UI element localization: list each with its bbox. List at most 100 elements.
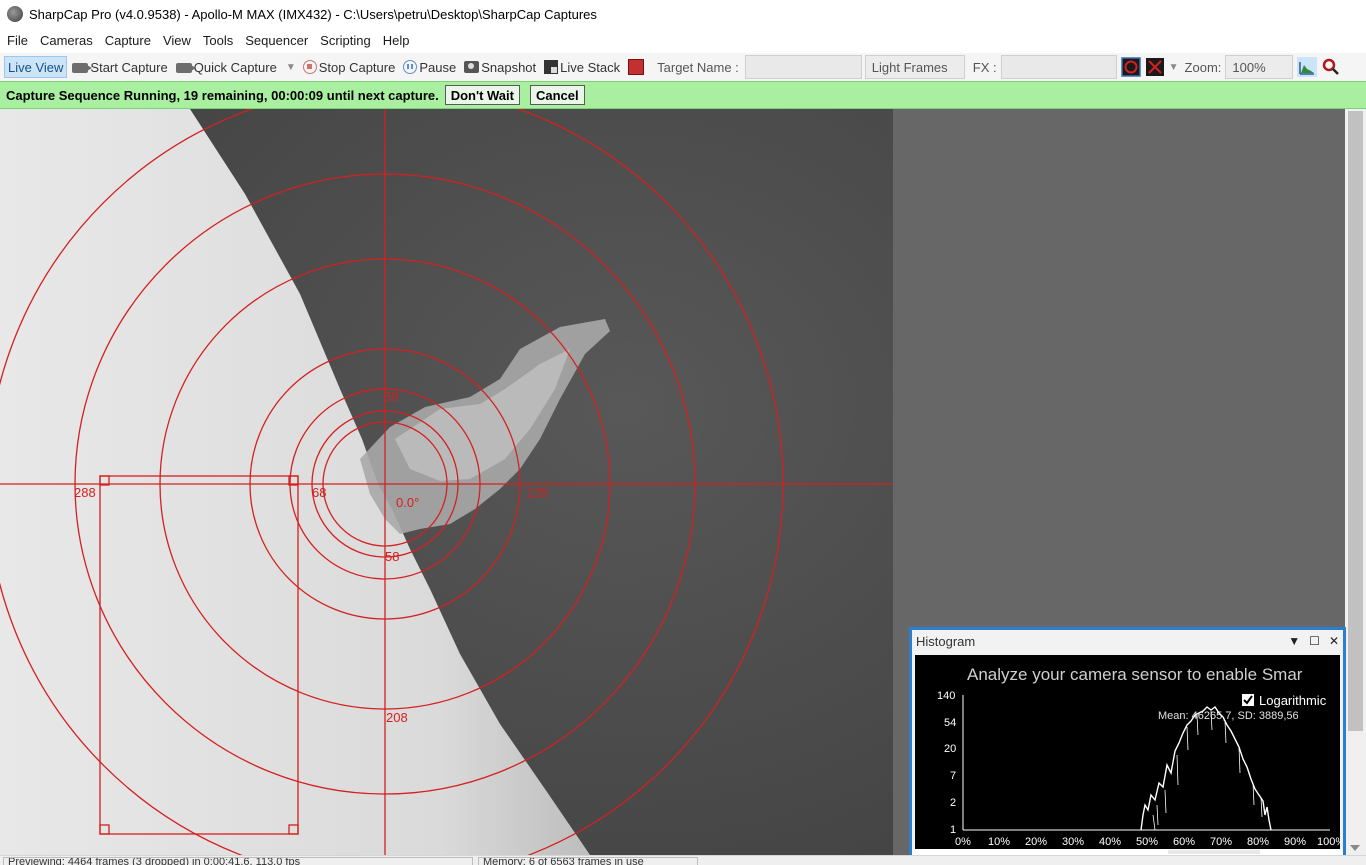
menu-sequencer[interactable]: Sequencer	[239, 28, 314, 53]
histogram-toggle-button[interactable]	[1297, 57, 1318, 77]
quick-capture-button[interactable]: Quick Capture	[173, 56, 280, 78]
menu-tools[interactable]: Tools	[197, 28, 239, 53]
y-tick: 2	[950, 797, 956, 809]
cancel-sequence-button[interactable]: Cancel	[529, 85, 585, 105]
vertical-scrollbar[interactable]	[1345, 109, 1366, 855]
x-tick: 80%	[1247, 836, 1269, 848]
histogram-title: Histogram	[916, 633, 976, 649]
video-camera-icon	[175, 63, 196, 73]
camera-preview[interactable]: 58 58 68 128 288 208 0.0°	[0, 109, 893, 855]
memory-status: Memory: 6 of 6563 frames in use	[478, 857, 698, 865]
x-tick: 30%	[1062, 836, 1084, 848]
pause-icon	[403, 60, 418, 74]
x-tick: 0%	[955, 836, 971, 848]
grid-overlay-button[interactable]	[1145, 57, 1165, 77]
reticle-label-left-small: 68	[312, 485, 326, 500]
histogram-chart-icon	[1297, 57, 1318, 77]
red-tool-button[interactable]	[625, 56, 649, 78]
main-toolbar: Live View Start Capture Quick Capture ▼ …	[0, 53, 1366, 81]
x-tick: 40%	[1099, 836, 1121, 848]
histogram-banner: Analyze your camera sensor to enable Sma…	[967, 665, 1303, 684]
reticle-label-top: 58	[384, 389, 398, 404]
fx-select[interactable]	[1000, 55, 1117, 79]
histogram-plot[interactable]: Analyze your camera sensor to enable Sma…	[915, 655, 1340, 851]
histogram-scroll-thumb[interactable]	[1168, 850, 1260, 854]
x-tick: 100%	[1317, 836, 1340, 848]
menu-cameras[interactable]: Cameras	[34, 28, 99, 53]
histogram-stats: Mean: 46265,7, SD: 3889,56	[1158, 710, 1299, 722]
stop-capture-button[interactable]: Stop Capture	[300, 56, 399, 78]
target-name-input[interactable]	[744, 55, 862, 79]
x-tick: 50%	[1136, 836, 1158, 848]
histogram-panel: Histogram ▼ ☐ ✕ Analyze your camera sens…	[909, 627, 1346, 858]
live-stack-label: Live Stack	[560, 59, 621, 75]
frame-type-select[interactable]: Light Frames	[864, 55, 965, 79]
x-tick: 20%	[1025, 836, 1047, 848]
live-stack-button[interactable]: Live Stack	[541, 56, 623, 78]
live-view-button[interactable]: Live View	[4, 56, 68, 78]
stop-icon	[302, 60, 317, 74]
pause-button[interactable]: Pause	[400, 56, 459, 78]
histogram-header: Histogram ▼ ☐ ✕	[912, 630, 1343, 652]
zoom-select[interactable]: 100%	[1225, 55, 1294, 79]
start-capture-button[interactable]: Start Capture	[69, 56, 170, 78]
quick-capture-dropdown-icon[interactable]: ▼	[286, 62, 296, 73]
reticle-center-angle: 0.0°	[396, 495, 419, 510]
sequence-status-strip: Capture Sequence Running, 19 remaining, …	[0, 81, 1366, 109]
live-stack-icon	[544, 60, 559, 74]
quick-capture-label: Quick Capture	[193, 59, 277, 75]
y-tick: 20	[944, 743, 956, 755]
window-titlebar: SharpCap Pro (v4.0.9538) - Apollo-M MAX …	[0, 0, 1366, 28]
sharpcap-app-icon	[7, 6, 23, 22]
target-name-label: Target Name :	[657, 59, 739, 75]
menu-file[interactable]: File	[1, 28, 34, 53]
logarithmic-label: Logarithmic	[1259, 693, 1327, 708]
x-tick: 90%	[1284, 836, 1306, 848]
histogram-close-icon[interactable]: ✕	[1329, 634, 1339, 648]
x-tick: 10%	[988, 836, 1010, 848]
histogram-dropdown-icon[interactable]: ▼	[1288, 634, 1300, 648]
status-bar: Previewing: 4464 frames (3 dropped) in 0…	[0, 855, 1366, 865]
live-view-label: Live View	[8, 59, 64, 75]
sequence-status-message: Capture Sequence Running, 19 remaining, …	[6, 87, 439, 103]
y-tick: 54	[944, 717, 956, 729]
reticle-label-right: 128	[526, 485, 548, 500]
menu-scripting[interactable]: Scripting	[314, 28, 377, 53]
scroll-down-arrow-icon[interactable]	[1350, 845, 1360, 851]
scrollbar-thumb[interactable]	[1348, 111, 1363, 731]
menu-bar: File Cameras Capture View Tools Sequence…	[0, 28, 1366, 53]
window-title: SharpCap Pro (v4.0.9538) - Apollo-M MAX …	[29, 6, 597, 22]
reticle-label-bottom: 58	[385, 549, 399, 564]
grid-cross-icon	[1145, 58, 1164, 76]
overlay-dropdown-icon[interactable]: ▼	[1169, 62, 1179, 73]
x-tick: 60%	[1173, 836, 1195, 848]
menu-view[interactable]: View	[157, 28, 197, 53]
y-tick: 7	[950, 770, 956, 782]
fx-label: FX :	[972, 59, 997, 75]
y-tick: 140	[937, 690, 955, 702]
reticle-label-left-far: 288	[74, 485, 96, 500]
histogram-maximize-icon[interactable]: ☐	[1309, 634, 1320, 648]
magnifier-icon	[1323, 58, 1340, 75]
zoom-inspect-button[interactable]	[1321, 57, 1341, 77]
histogram-curve	[1140, 705, 1272, 831]
reticle-overlay-button[interactable]	[1120, 57, 1141, 77]
zoom-label: Zoom:	[1184, 59, 1222, 75]
snapshot-label: Snapshot	[481, 59, 537, 75]
dont-wait-button[interactable]: Don't Wait	[444, 85, 520, 105]
y-tick: 1	[950, 824, 956, 836]
solar-image-with-reticle: 58 58 68 128 288 208 0.0°	[0, 109, 893, 855]
pause-label: Pause	[419, 59, 457, 75]
preview-status: Previewing: 4464 frames (3 dropped) in 0…	[3, 857, 473, 865]
x-tick: 70%	[1210, 836, 1232, 848]
stop-capture-label: Stop Capture	[318, 59, 396, 75]
menu-capture[interactable]: Capture	[99, 28, 157, 53]
red-tool-icon	[628, 59, 645, 75]
start-capture-label: Start Capture	[90, 59, 168, 75]
menu-help[interactable]: Help	[377, 28, 416, 53]
snapshot-button[interactable]: Snapshot	[461, 56, 539, 78]
reticle-label-bottom-far: 208	[386, 710, 408, 725]
snapshot-camera-icon	[464, 61, 480, 73]
reticle-circle-icon	[1120, 57, 1141, 77]
video-camera-icon	[72, 63, 93, 73]
